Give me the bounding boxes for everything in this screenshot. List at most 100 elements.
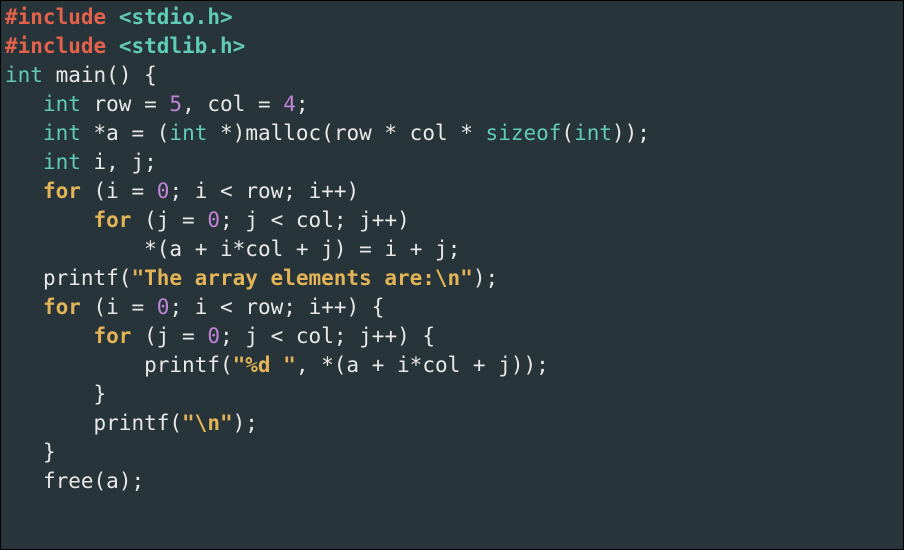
code-line: for (i = 0; i < row; i++) { <box>5 295 384 319</box>
punct: ; <box>448 237 461 261</box>
preproc-keyword: #include <box>5 5 106 29</box>
op: = <box>131 179 144 203</box>
indent <box>5 237 144 261</box>
function-name: free <box>43 469 94 493</box>
ident: j <box>486 353 511 377</box>
indent <box>5 295 43 319</box>
op: ++ <box>372 324 397 348</box>
ident: i <box>296 295 321 319</box>
punct: ; <box>296 92 309 116</box>
ident: i <box>296 179 321 203</box>
code-line: printf("%d ", *(a + i*col + j)); <box>5 353 549 377</box>
ident: j <box>347 208 372 232</box>
punct: ; <box>169 295 182 319</box>
ident: col <box>195 92 258 116</box>
op: < <box>220 295 233 319</box>
punct: ( <box>94 469 107 493</box>
function-name: printf <box>144 353 220 377</box>
op: = <box>258 92 271 116</box>
code-line: } <box>5 382 106 406</box>
indent <box>5 411 94 435</box>
ident: * <box>321 353 334 377</box>
punct: ) { <box>347 295 385 319</box>
keyword: for <box>43 179 81 203</box>
keyword: for <box>94 324 132 348</box>
punct: ( <box>131 324 156 348</box>
code-line: printf("The array elements are:\n"); <box>5 266 498 290</box>
ident: i <box>372 237 410 261</box>
function-name: printf <box>43 266 119 290</box>
code-line: int *a = (int *)malloc(row * col * sizeo… <box>5 121 650 145</box>
ident: j <box>347 324 372 348</box>
punct: , <box>182 92 195 116</box>
punct: { <box>131 63 156 87</box>
include-path: <stdio.h> <box>119 5 233 29</box>
op: * <box>410 353 423 377</box>
ident: a <box>346 353 371 377</box>
op: ++ <box>321 295 346 319</box>
ident: i <box>106 295 131 319</box>
punct: ( <box>81 179 106 203</box>
punct: , <box>296 353 321 377</box>
op: ++ <box>372 208 397 232</box>
type: int <box>5 63 43 87</box>
ident: a <box>106 469 119 493</box>
code-line: *(a + i*col + j) = i + j; <box>5 237 460 261</box>
code-line: free(a); <box>5 469 144 493</box>
ident: j <box>233 208 271 232</box>
number: 5 <box>169 92 182 116</box>
punct: ( <box>220 353 233 377</box>
op: = <box>182 208 195 232</box>
ident: row <box>233 179 284 203</box>
code-line: for (j = 0; j < col; j++) <box>5 208 410 232</box>
punct: )); <box>612 121 650 145</box>
indent <box>5 150 43 174</box>
indent <box>5 469 43 493</box>
punct: ) { <box>397 324 435 348</box>
op: + <box>473 353 486 377</box>
indent <box>5 266 43 290</box>
sizeof-keyword: sizeof <box>486 121 562 145</box>
ident: j <box>157 324 182 348</box>
ident: i <box>207 237 232 261</box>
ident: j <box>233 324 271 348</box>
function-name: malloc <box>245 121 321 145</box>
function-name: main <box>56 63 107 87</box>
code-line: for (i = 0; i < row; i++) <box>5 179 359 203</box>
punct: ( <box>131 208 156 232</box>
punct: ( <box>157 237 170 261</box>
punct: ; <box>334 324 347 348</box>
ident: col <box>422 353 473 377</box>
punct: ); <box>233 411 258 435</box>
op: < <box>271 208 284 232</box>
op: + <box>195 237 208 261</box>
ident: col <box>283 324 334 348</box>
ident: i, j; <box>81 150 157 174</box>
ident: j <box>309 237 334 261</box>
type: int <box>43 121 81 145</box>
op: = <box>359 237 372 261</box>
string: "\n" <box>182 411 233 435</box>
ident: col <box>283 208 334 232</box>
punct: ( <box>81 295 106 319</box>
punct: () <box>106 63 131 87</box>
ident: j <box>157 208 182 232</box>
op: < <box>271 324 284 348</box>
punct: ( <box>157 121 170 145</box>
op: = <box>182 324 195 348</box>
indent <box>5 353 144 377</box>
op: ++ <box>321 179 346 203</box>
type: int <box>43 92 81 116</box>
string: "The array elements are:\n" <box>131 266 472 290</box>
code-line: printf("\n"); <box>5 411 258 435</box>
code-line: #include <stdio.h> <box>5 5 233 29</box>
ident: * <box>207 121 232 145</box>
number: 4 <box>283 92 296 116</box>
ident: i <box>384 353 409 377</box>
indent <box>5 324 94 348</box>
code-line: for (j = 0; j < col; j++) { <box>5 324 435 348</box>
punct: ) <box>334 237 347 261</box>
punct: ) <box>233 121 246 145</box>
ident: i <box>182 295 220 319</box>
punct: ); <box>119 469 144 493</box>
